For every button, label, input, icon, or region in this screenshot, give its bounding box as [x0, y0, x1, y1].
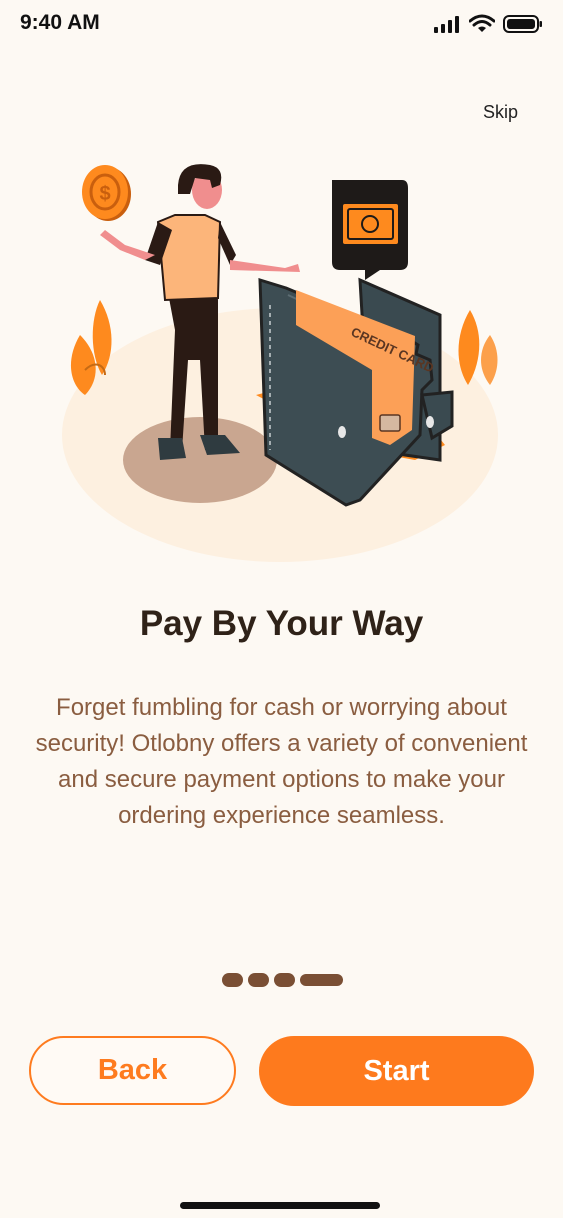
battery-icon — [503, 15, 542, 33]
floor-shadow — [123, 417, 277, 503]
pagination-dots — [222, 973, 343, 987]
pagination-dot — [274, 973, 295, 987]
onboarding-illustration: $ CREDIT CARD — [62, 164, 498, 562]
signal-icon — [434, 16, 459, 33]
status-bar: 9:40 AM — [0, 0, 563, 50]
status-time: 9:40 AM — [20, 11, 100, 34]
back-button[interactable]: Back — [29, 1036, 236, 1105]
coin-icon: $ — [82, 165, 131, 221]
page-title: Pay By Your Way — [139, 604, 424, 643]
svg-text:$: $ — [99, 183, 110, 205]
start-button[interactable]: Start — [259, 1036, 534, 1106]
page-description: Forget fumbling for cash or worrying abo… — [35, 694, 528, 829]
skip-button[interactable]: Skip — [483, 102, 518, 123]
pagination-dot — [248, 973, 269, 987]
wifi-icon — [469, 14, 495, 32]
money-bubble-icon — [332, 180, 408, 280]
home-indicator — [180, 1202, 380, 1209]
right-plant-icon — [458, 310, 498, 385]
status-icons — [433, 14, 543, 34]
pagination-dot — [222, 973, 243, 987]
pagination-dot-active — [300, 974, 343, 986]
